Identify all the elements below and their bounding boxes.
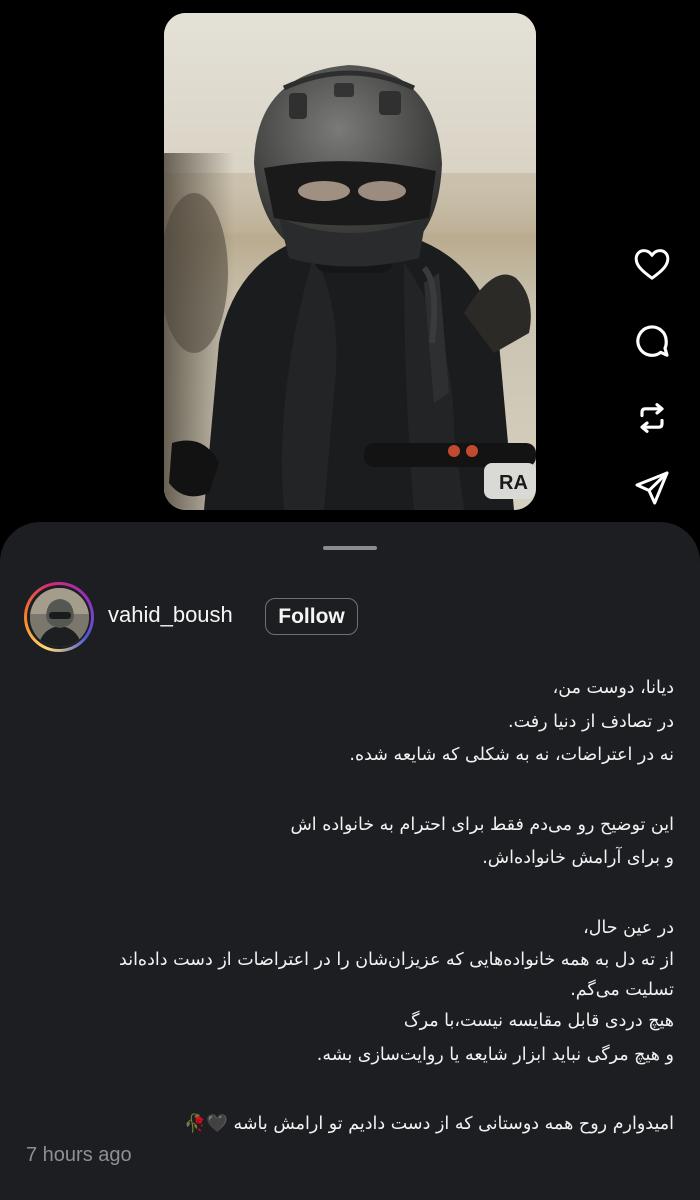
repost-button[interactable] bbox=[628, 394, 676, 442]
post-caption: دیانا، دوست من، در تصادف از دنیا رفت. نه… bbox=[24, 672, 674, 1142]
post-media-image[interactable]: RA bbox=[164, 13, 536, 510]
share-button[interactable] bbox=[628, 464, 676, 512]
caption-line: و برای آرامش خانواده‌اش. bbox=[482, 848, 674, 868]
caption-line: دیانا، دوست من، bbox=[552, 678, 674, 698]
motorcyclist-photo: RA bbox=[164, 13, 536, 510]
like-button[interactable] bbox=[628, 240, 676, 288]
post-timestamp: 7 hours ago bbox=[26, 1144, 132, 1166]
caption-line: در عین حال، bbox=[583, 917, 674, 938]
username-link[interactable]: vahid_boush bbox=[108, 602, 233, 628]
caption-sheet: vahid_boush Follow دیانا، دوست من، در تص… bbox=[0, 522, 700, 1200]
reel-screen: RA vahid_boush Follow دیانا، دوست من، در… bbox=[0, 0, 700, 1200]
avatar-image bbox=[29, 587, 89, 647]
send-icon bbox=[635, 471, 669, 505]
caption-line: از ته دل به همه خانواده‌هایی که عزیزان‌ش… bbox=[119, 950, 674, 970]
caption-line: و هیچ مرگی نباید ابزار شایعه یا روایت‌سا… bbox=[316, 1044, 674, 1065]
comment-button[interactable] bbox=[628, 317, 676, 365]
follow-button[interactable]: Follow bbox=[265, 598, 358, 635]
caption-line: هیچ دردی قابل مقایسه نیست،با مرگ bbox=[403, 1011, 674, 1031]
comment-bubble-icon bbox=[636, 325, 669, 357]
caption-line: در تصادف از دنیا رفت. bbox=[508, 711, 674, 732]
caption-line: این توضیح رو می‌دم فقط برای احترام به خا… bbox=[290, 814, 674, 835]
heart-icon bbox=[634, 249, 670, 280]
svg-text:RA: RA bbox=[499, 472, 528, 494]
avatar[interactable] bbox=[29, 587, 89, 647]
emoji-glyphs: 🖤🥀 bbox=[184, 1114, 228, 1134]
story-ring[interactable] bbox=[24, 582, 94, 652]
sheet-grabber[interactable] bbox=[323, 546, 377, 550]
repost-icon bbox=[640, 403, 664, 433]
caption-line: نه در اعتراضات، نه به شکلی که شایعه شده. bbox=[349, 745, 674, 765]
caption-text: امیدوارم روح همه دوستانی که از دست دادیم… bbox=[233, 1114, 674, 1134]
caption-line: امیدوارم روح همه دوستانی که از دست دادیم… bbox=[24, 1108, 674, 1142]
caption-line: تسلیت می‌گم. bbox=[570, 980, 674, 1000]
